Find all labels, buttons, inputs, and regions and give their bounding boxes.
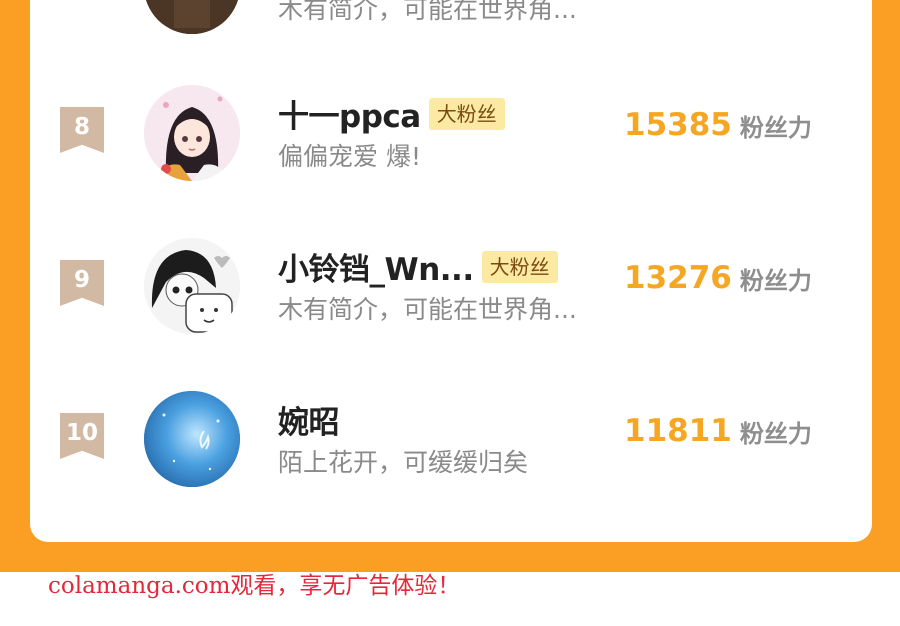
ranking-row-partial[interactable]: 木有简介，可能在世界角... [30, 0, 872, 38]
name-line: 婉昭 [278, 397, 340, 442]
user-name[interactable]: 婉昭 [278, 397, 340, 442]
monochrome-anime-avatar-image [144, 238, 240, 334]
ranking-row[interactable]: 9 小铃铛_Wn... 大粉丝 木有简介，可能在世界角... 13276 粉丝力 [30, 238, 872, 338]
fan-power-unit: 粉丝力 [739, 266, 812, 295]
avatar[interactable] [144, 391, 240, 487]
user-bio: 偏偏宠爱 爆! [278, 142, 421, 171]
fan-level-badge: 大粉丝 [481, 250, 558, 283]
name-line: 小铃铛_Wn... 大粉丝 [278, 244, 558, 288]
rank-ribbon: 9 [60, 260, 104, 306]
fan-power-value: 13276 [624, 260, 732, 296]
user-name[interactable]: 十一ppca [278, 91, 421, 136]
user-bio: 木有简介，可能在世界角... [278, 0, 577, 24]
ranking-row[interactable]: 10 婉昭 陌上花开，可缓缓归矣 11811 粉丝力 [30, 391, 872, 491]
avatar[interactable] [144, 238, 240, 334]
user-name[interactable]: 小铃铛_Wn... [278, 244, 474, 289]
fan-power-unit: 粉丝力 [739, 419, 812, 448]
blue-underwater-avatar-image [144, 391, 240, 487]
fan-power: 13276 粉丝力 [624, 260, 812, 296]
anime-girl-avatar-image [144, 85, 240, 181]
dark-avatar-image [144, 0, 240, 34]
fan-power: 15385 粉丝力 [624, 107, 812, 143]
user-bio: 陌上花开，可缓缓归矣 [278, 448, 529, 477]
fan-power-value: 11811 [624, 413, 732, 449]
avatar[interactable] [144, 85, 240, 181]
fan-ranking-card: 木有简介，可能在世界角... 8 十一ppca 大粉丝 偏偏宠爱 爆! 1538… [30, 0, 872, 542]
fan-power-value: 15385 [624, 107, 732, 143]
rank-ribbon: 8 [60, 107, 104, 153]
avatar [144, 0, 240, 34]
name-line: 十一ppca 大粉丝 [278, 91, 505, 135]
site-watermark: colamanga.com观看，享无广告体验！ [48, 573, 461, 599]
fan-power: 11811 粉丝力 [624, 413, 812, 449]
fan-power-unit: 粉丝力 [739, 113, 812, 142]
fan-level-badge: 大粉丝 [428, 97, 505, 130]
ranking-row[interactable]: 8 十一ppca 大粉丝 偏偏宠爱 爆! 15385 粉丝力 [30, 85, 872, 185]
rank-ribbon: 10 [60, 413, 104, 459]
user-bio: 木有简介，可能在世界角... [278, 295, 577, 324]
